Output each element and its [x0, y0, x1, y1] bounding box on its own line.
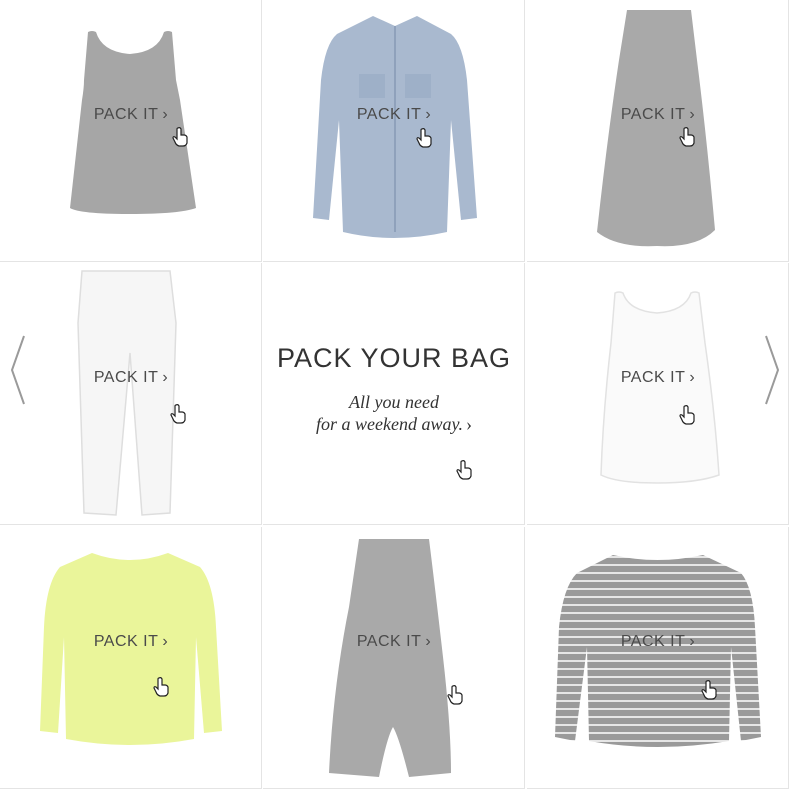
- pack-it-label: PACK IT: [356, 106, 422, 123]
- pack-it-link[interactable]: PACK IT ›: [0, 106, 261, 124]
- product-tile-white-tank-top[interactable]: PACK IT ›: [527, 263, 789, 525]
- pack-it-link[interactable]: PACK IT ›: [527, 106, 788, 124]
- chevron-right-icon: ›: [425, 633, 432, 650]
- pointer-hand-icon: [172, 127, 188, 147]
- product-grid: PACK IT› PACK IT› PACK IT› PACK IT›: [0, 0, 790, 790]
- pointer-hand-icon: [679, 127, 695, 147]
- chevron-right-icon: ›: [162, 106, 169, 123]
- product-tile-yellow-sweater[interactable]: PACK IT ›: [0, 527, 262, 789]
- promo-subtitle-line-2: for a weekend away.: [316, 414, 463, 434]
- promo-subtitle[interactable]: All you need for a weekend away. ›: [263, 391, 524, 435]
- product-tile-white-jeans[interactable]: PACK IT ›: [0, 263, 262, 525]
- chevron-left-icon[interactable]: [6, 330, 28, 410]
- maxi-skirt-image: [597, 10, 715, 247]
- pack-it-link[interactable]: PACK IT ›: [527, 369, 788, 387]
- chevron-right-icon: ›: [162, 633, 169, 650]
- product-tile-harem-pants[interactable]: PACK IT ›: [263, 527, 525, 789]
- product-tile-maxi-skirt[interactable]: PACK IT ›: [527, 0, 789, 262]
- pack-it-link[interactable]: PACK IT ›: [0, 633, 261, 651]
- chevron-right-icon: ›: [689, 369, 696, 386]
- chevron-right-icon: ›: [162, 369, 169, 386]
- pack-it-link[interactable]: PACK IT ›: [0, 369, 261, 387]
- pack-it-label: PACK IT: [620, 369, 686, 386]
- pack-your-bag-promo[interactable]: PACK YOUR BAG All you need for a weekend…: [263, 263, 525, 525]
- product-tile-chambray-shirt[interactable]: PACK IT ›: [263, 0, 525, 262]
- pointer-hand-icon: [153, 677, 169, 697]
- pointer-hand-icon: [447, 685, 463, 705]
- chevron-right-icon: ›: [425, 106, 432, 123]
- chevron-right-icon: ›: [465, 414, 472, 434]
- tank-top-image: [70, 31, 196, 214]
- pack-it-link[interactable]: PACK IT ›: [527, 633, 788, 651]
- pack-it-label: PACK IT: [93, 369, 159, 386]
- pack-it-link[interactable]: PACK IT ›: [263, 633, 524, 651]
- product-tile-striped-sweater[interactable]: PACK IT ›: [527, 527, 789, 789]
- pack-it-label: PACK IT: [620, 633, 686, 650]
- harem-pants-image: [329, 539, 451, 777]
- chambray-shirt-image: [313, 16, 477, 238]
- pack-it-label: PACK IT: [93, 633, 159, 650]
- yellow-sweater-image: [40, 553, 222, 745]
- pack-it-label: PACK IT: [93, 106, 159, 123]
- chevron-right-icon: ›: [689, 106, 696, 123]
- pointer-hand-icon: [701, 680, 717, 700]
- promo-subtitle-line-1: All you need: [349, 392, 439, 412]
- pointer-hand-icon: [679, 405, 695, 425]
- striped-sweater-image: [555, 555, 761, 747]
- pack-it-label: PACK IT: [620, 106, 686, 123]
- pointer-hand-icon: [456, 460, 472, 480]
- promo-title: PACK YOUR BAG: [276, 343, 512, 373]
- pointer-hand-icon: [170, 404, 186, 424]
- pointer-hand-icon: [416, 128, 432, 148]
- white-tank-top-image: [600, 291, 720, 484]
- white-jeans-image: [77, 270, 177, 516]
- pack-it-label: PACK IT: [356, 633, 422, 650]
- product-tile-tank-top[interactable]: PACK IT ›: [0, 0, 262, 262]
- pack-it-link[interactable]: PACK IT ›: [263, 106, 524, 124]
- chevron-right-icon[interactable]: [762, 330, 784, 410]
- chevron-right-icon: ›: [689, 633, 696, 650]
